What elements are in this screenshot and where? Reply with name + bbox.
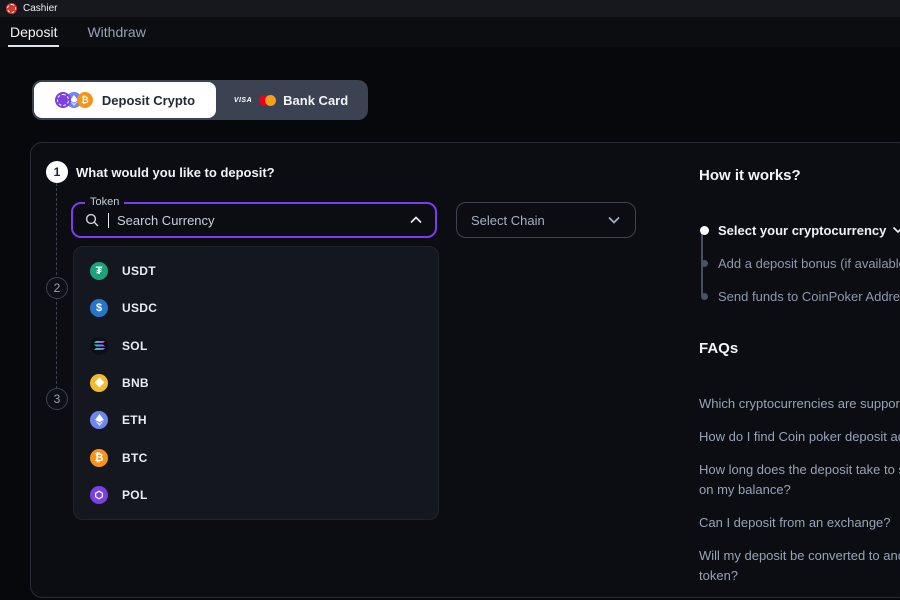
- faq-line: How long does the deposit take to show: [699, 460, 900, 480]
- token-search-placeholder: Search Currency: [117, 213, 401, 228]
- faq-line: Can I deposit from an exchange?: [699, 513, 900, 533]
- btc-icon: ₿: [90, 449, 108, 467]
- step-2-badge: 2: [46, 277, 68, 299]
- window-title: Cashier: [23, 3, 57, 14]
- faq-question-deposit-address[interactable]: How do I find Coin poker deposit address…: [699, 427, 900, 447]
- cashier-content: ₿ Deposit Crypto VISA Bank Card 1 2 3 Wh…: [0, 47, 900, 600]
- deposit-crypto-label: Deposit Crypto: [102, 93, 195, 108]
- crypto-coins-icon: ₿: [55, 92, 93, 108]
- visa-icon: VISA: [234, 97, 252, 104]
- window-titlebar: Cashier: [0, 0, 900, 17]
- token-search-field[interactable]: Token Search Currency: [71, 202, 437, 238]
- usdt-icon: ₮: [90, 262, 108, 280]
- hiw-step-bonus[interactable]: Add a deposit bonus (if available): [699, 253, 900, 273]
- step-3-badge: 3: [46, 388, 68, 410]
- chevron-down-icon[interactable]: [892, 226, 900, 234]
- token-option-eth[interactable]: ETH: [74, 402, 438, 439]
- bank-card-label: Bank Card: [283, 93, 348, 108]
- mastercard-icon: [259, 95, 276, 106]
- faq-line: token?: [699, 566, 900, 586]
- hiw-step-label: Select your cryptocurrency: [718, 223, 886, 238]
- token-field-label: Token: [85, 196, 124, 208]
- faq-line: on my balance?: [699, 480, 900, 500]
- token-symbol: SOL: [122, 339, 148, 353]
- token-option-btc[interactable]: ₿ BTC: [74, 439, 438, 476]
- hiw-step-label: Add a deposit bonus (if available): [718, 256, 900, 271]
- timeline-dot-active: [700, 226, 709, 235]
- timeline-dot: [701, 293, 708, 300]
- faq-question-exchange-deposit[interactable]: Can I deposit from an exchange?: [699, 513, 900, 533]
- sol-icon: [90, 337, 108, 355]
- token-option-bnb[interactable]: BNB: [74, 364, 438, 401]
- token-symbol: ETH: [122, 413, 147, 427]
- faq-line: How do I find Coin poker deposit address…: [699, 427, 900, 447]
- hiw-step-select-crypto[interactable]: Select your cryptocurrency: [699, 220, 900, 240]
- how-it-works-timeline: Select your cryptocurrency Add a deposit…: [699, 220, 900, 319]
- chain-select-placeholder: Select Chain: [471, 213, 607, 228]
- tab-deposit[interactable]: Deposit: [8, 24, 59, 47]
- hiw-step-send-funds[interactable]: Send funds to CoinPoker Address: [699, 286, 900, 306]
- bank-card-segment[interactable]: VISA Bank Card: [216, 82, 366, 118]
- faq-list: Which cryptocurrencies are supported? Ho…: [699, 394, 900, 599]
- faq-question-token-conversion[interactable]: Will my deposit be converted to another …: [699, 546, 900, 586]
- faqs-title: FAQs: [699, 340, 738, 357]
- eth-icon: [90, 411, 108, 429]
- coinpoker-logo-icon: [6, 3, 17, 14]
- deposit-panel: 1 2 3 What would you like to deposit? To…: [30, 142, 900, 598]
- token-option-usdt[interactable]: ₮ USDT: [74, 252, 438, 289]
- hiw-step-label: Send funds to CoinPoker Address: [718, 289, 900, 304]
- deposit-crypto-segment[interactable]: ₿ Deposit Crypto: [34, 82, 216, 118]
- bnb-icon: [90, 374, 108, 392]
- chevron-up-icon[interactable]: [409, 215, 423, 225]
- step-1-badge: 1: [46, 161, 68, 183]
- btc-coin-icon: ₿: [77, 92, 93, 108]
- token-option-usdc[interactable]: $ USDC: [74, 289, 438, 326]
- deposit-method-toggle: ₿ Deposit Crypto VISA Bank Card: [32, 80, 368, 120]
- timeline-dot: [701, 260, 708, 267]
- token-symbol: BNB: [122, 376, 149, 390]
- token-symbol: BTC: [122, 451, 148, 465]
- text-cursor: [108, 213, 109, 228]
- faq-line: Will my deposit be converted to another: [699, 546, 900, 566]
- how-it-works-title: How it works?: [699, 167, 801, 184]
- step-1-question: What would you like to deposit?: [76, 165, 275, 180]
- cashier-tabs: Deposit Withdraw: [0, 17, 900, 47]
- search-icon: [85, 213, 100, 228]
- chevron-down-icon: [607, 215, 621, 225]
- faq-question-deposit-time[interactable]: How long does the deposit take to show o…: [699, 460, 900, 500]
- token-symbol: POL: [122, 488, 148, 502]
- chain-select[interactable]: Select Chain: [456, 202, 636, 238]
- token-dropdown-list: ₮ USDT $ USDC SOL: [73, 246, 439, 520]
- pol-icon: [90, 486, 108, 504]
- usdc-icon: $: [90, 299, 108, 317]
- token-symbol: USDT: [122, 264, 156, 278]
- tab-withdraw[interactable]: Withdraw: [85, 24, 147, 47]
- token-option-pol[interactable]: POL: [74, 477, 438, 514]
- token-symbol: USDC: [122, 301, 157, 315]
- token-option-sol[interactable]: SOL: [74, 327, 438, 364]
- faq-question-supported-cryptos[interactable]: Which cryptocurrencies are supported?: [699, 394, 900, 414]
- faq-line: Which cryptocurrencies are supported?: [699, 394, 900, 414]
- chp-coin-icon: [55, 92, 71, 108]
